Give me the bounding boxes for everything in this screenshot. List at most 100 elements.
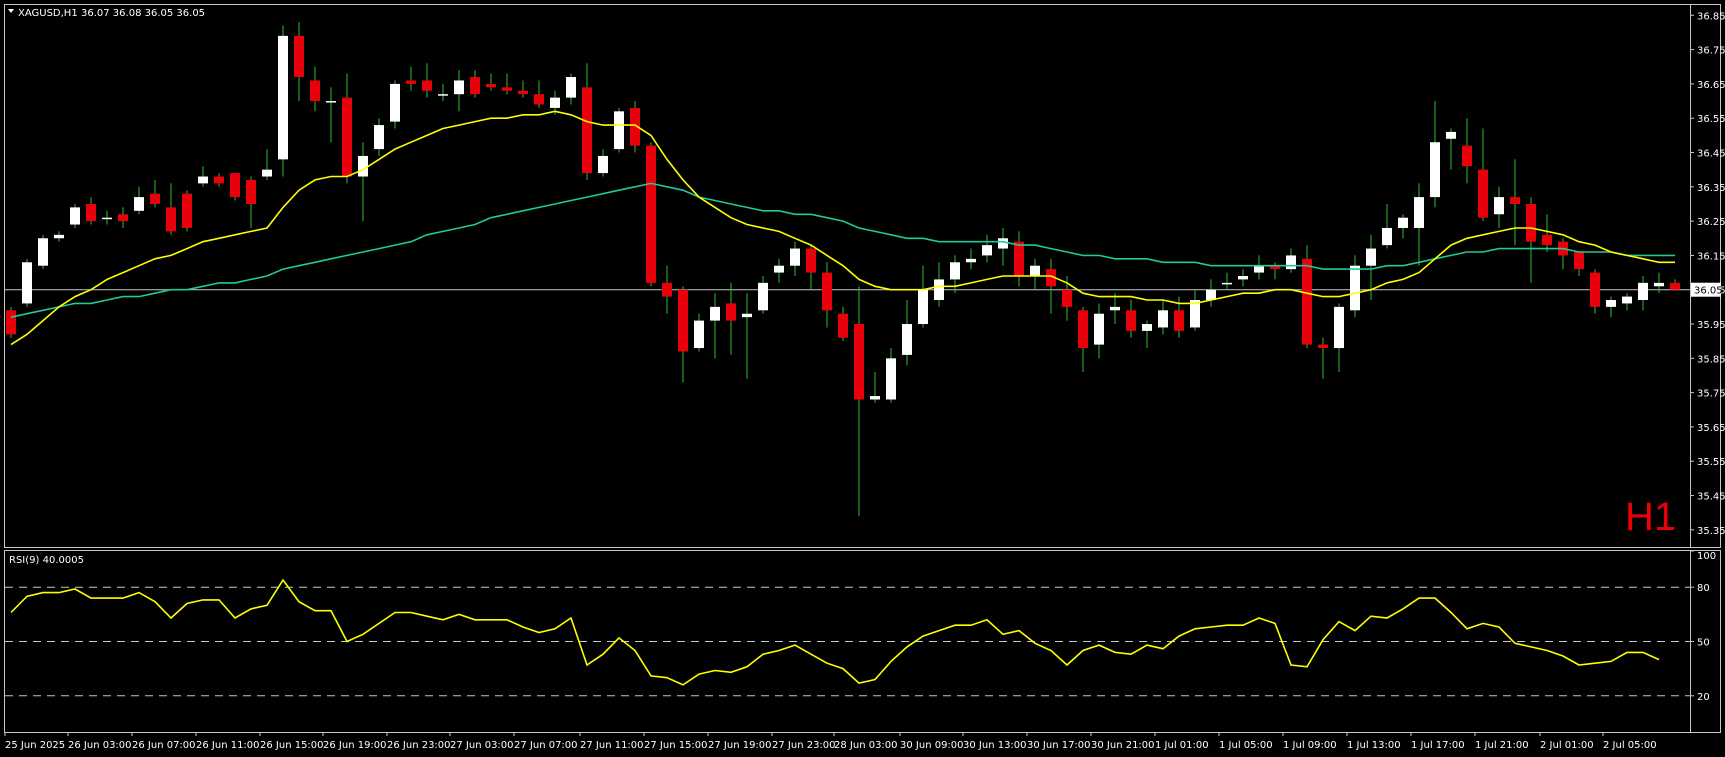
time-tick-label: 1 Jul 17:00 [1411,740,1465,751]
candle-body [262,169,272,177]
time-tick-label: 27 Jun 23:00 [772,740,836,751]
time-tick-label: 26 Jun 19:00 [323,740,387,751]
candle-body [1670,282,1680,290]
candle-body [1174,310,1184,331]
time-tick-label: 2 Jul 05:00 [1603,740,1657,751]
price-tick-label: 36.45 [1697,149,1725,160]
candle-body [838,313,848,338]
candle-body [390,83,400,122]
candle-body [118,214,128,222]
time-tick-label: 26 Jun 11:00 [196,740,260,751]
candle-body [1318,344,1328,349]
candle-body [1622,296,1632,304]
candle-body [70,207,80,225]
price-tick-label: 35.85 [1697,354,1725,365]
price-tick-label: 35.75 [1697,389,1725,400]
candle-body [550,97,560,108]
symbol-title: XAGUSD,H1 [18,8,78,19]
candle-body [678,289,688,352]
candle-body [790,248,800,266]
time-tick-label: 26 Jun 15:00 [260,740,324,751]
time-tick-label: 30 Jun 17:00 [1027,740,1091,751]
candle-body [646,145,656,283]
candle-body [1238,276,1248,280]
price-tick-label: 36.75 [1697,46,1725,57]
candle-body [470,77,480,95]
candle-body [294,35,304,78]
candle-body [230,173,240,198]
price-panel[interactable] [4,4,1691,548]
candle-body [566,77,576,98]
candle-body [438,94,448,96]
candle-body [310,80,320,102]
time-tick-label: 28 Jun 03:00 [834,740,898,751]
candle-body [1350,265,1360,311]
candle-body [166,207,176,232]
candle-body [422,80,432,91]
candle-body [1542,234,1552,246]
time-tick-label: 30 Jun 21:00 [1091,740,1155,751]
candle-body [902,324,912,355]
price-tick-label: 35.35 [1697,526,1725,537]
candle-body [1222,282,1232,285]
candle-body [518,90,528,95]
candle-body [918,289,928,325]
candle-body [1094,313,1104,345]
price-tick-label: 35.95 [1697,320,1725,331]
candle-body [806,248,816,273]
candle-body [1062,289,1072,307]
candle-body [358,155,368,177]
candle-body [1478,169,1488,218]
candle-body [694,320,704,349]
trading-chart[interactable]: 36.85 36.75 36.65 36.55 36.45 36.35 36.25 36.15… [0,0,1725,757]
candle-body [758,282,768,311]
candle-body [1110,306,1120,311]
time-tick-label: 1 Jul 01:00 [1155,740,1209,751]
candle-body [1462,145,1472,167]
price-tick-label: 35.55 [1697,457,1725,468]
price-tick-label: 36.65 [1697,80,1725,91]
time-tick-label: 2 Jul 01:00 [1540,740,1594,751]
time-tick-label: 27 Jun 07:00 [514,740,578,751]
candle-body [1606,300,1616,307]
candle-body [1286,255,1296,270]
candle-body [86,203,96,222]
candle-body [486,83,496,88]
rsi-tick-label: 100 [1697,551,1716,562]
time-tick-label: 1 Jul 05:00 [1219,740,1273,751]
candle-body [198,176,208,184]
candle-body [1254,265,1264,273]
candle-body [774,265,784,273]
candle-body [1014,241,1024,276]
candle-body [1638,282,1648,301]
candle-body [406,80,416,84]
price-tick-label: 36.35 [1697,183,1725,194]
candle-body [950,262,960,280]
candle-body [726,303,736,321]
time-tick-label: 30 Jun 13:00 [963,740,1027,751]
time-tick-label: 27 Jun 11:00 [580,740,644,751]
candle-body [534,94,544,105]
time-tick-label: 26 Jun 03:00 [68,740,132,751]
price-tick-label: 36.25 [1697,217,1725,228]
current-price-label: 36.05 [1694,286,1723,297]
time-tick-label: 27 Jun 15:00 [644,740,708,751]
time-tick-label: 26 Jun 07:00 [132,740,196,751]
price-tick-label: 36.55 [1697,114,1725,125]
candle-body [182,193,192,228]
time-tick-label: 27 Jun 19:00 [708,740,772,751]
time-tick-label: 25 Jun 2025 [5,740,65,751]
time-tick-label: 1 Jul 09:00 [1283,740,1337,751]
time-axis-labels: 25 Jun 2025 26 Jun 03:00 26 Jun 07:00 26 Ju… [4,732,1657,751]
candle-body [966,258,976,263]
time-tick-label: 1 Jul 21:00 [1475,740,1529,751]
candle-body [598,155,608,174]
candle-body [1078,310,1088,349]
candle-body [662,282,672,297]
rsi-tick-label: 80 [1697,583,1710,594]
candle-body [998,238,1008,249]
candle-body [1030,265,1040,276]
candle-body [582,87,592,174]
candle-body [614,111,624,150]
candle-body [1574,251,1584,270]
